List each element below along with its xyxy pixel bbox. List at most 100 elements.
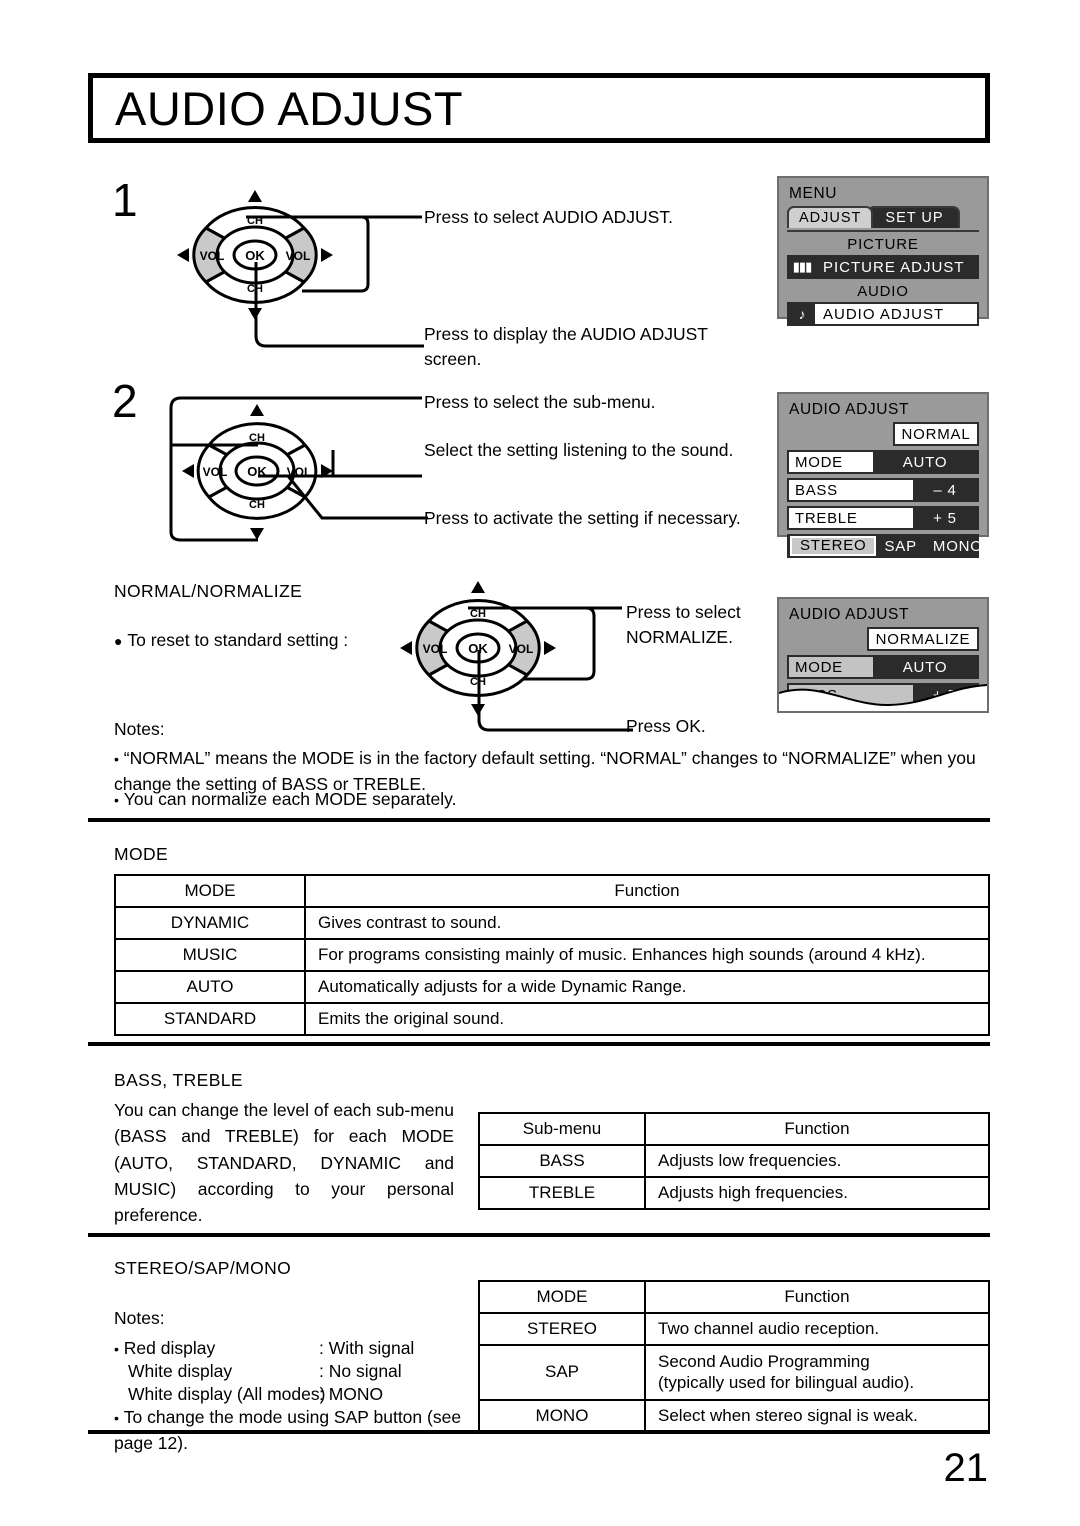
table-row: STANDARD Emits the original sound. [114, 1002, 990, 1036]
stereo-table-cell-function-1: Second Audio Programming (typically used… [644, 1344, 990, 1401]
normalize-row-mode-label: MODE [789, 657, 873, 677]
menu-item-audio-adjust[interactable]: ♪ AUDIO ADJUST [787, 302, 979, 326]
section-divider-3 [88, 1232, 990, 1237]
mode-table-cell-mode-1: MUSIC [114, 938, 306, 972]
audio-row-mode-value: AUTO [873, 452, 977, 472]
audio-row-treble-label: TREBLE [789, 508, 913, 528]
music-note-icon: ♪ [789, 304, 815, 324]
mode-table-cell-mode-2: AUTO [114, 970, 306, 1004]
leader-line-normalize-ok [455, 640, 635, 740]
mode-table-header-function: Function [304, 874, 990, 908]
bt-table-cell-function-0: Adjusts low frequencies. [644, 1144, 990, 1178]
svg-text:VOL: VOL [423, 642, 448, 656]
callout-normalize-select: Press to select NORMALIZE. [626, 600, 776, 651]
leader-line-step2-activate [280, 470, 430, 540]
manual-page: AUDIO ADJUST 1 OK VOL VOL CH CH Press to… [0, 0, 1080, 1526]
step-number-2: 2 [112, 375, 138, 427]
bass-treble-section-heading: BASS, TREBLE [114, 1070, 243, 1090]
table-header-row: MODE Function [478, 1280, 990, 1314]
normalize-notes-label: Notes: [114, 719, 165, 739]
normalize-bullet: ● To reset to standard setting : [114, 630, 349, 650]
mode-table-cell-mode-3: STANDARD [114, 1002, 306, 1036]
stereo-table-cell-function-0: Two channel audio reception. [644, 1312, 990, 1346]
mode-table-cell-function-2: Automatically adjusts for a wide Dynamic… [304, 970, 990, 1004]
audio-row-treble[interactable]: TREBLE + 5 [787, 506, 979, 530]
stereo-table-cell-mode-2: MONO [478, 1398, 646, 1433]
callout-step2-submenu: Press to select the sub-menu. [424, 392, 656, 412]
normalize-section-heading: NORMAL/NORMALIZE [114, 581, 303, 601]
footer-divider [88, 1430, 990, 1434]
normalize-row-partial: + 1 [787, 711, 979, 713]
menu-tabs: ADJUST SET UP [787, 206, 979, 228]
normalize-row-bass-value: + 5 [913, 685, 977, 705]
audio-row-bass-label: BASS [789, 480, 913, 500]
stereo-table-cell-mode-0: STEREO [478, 1312, 646, 1346]
tab-set-up[interactable]: SET UP [867, 206, 960, 228]
table-row: MONO Select when stereo signal is weak. [478, 1398, 990, 1433]
page-title: AUDIO ADJUST [115, 81, 464, 135]
audio-row-bass[interactable]: BASS – 4 [787, 478, 979, 502]
section-divider-2 [88, 1041, 990, 1046]
stereo-table-cell-mode-1: SAP [478, 1344, 646, 1401]
normalize-row-mode[interactable]: MODE AUTO [787, 655, 979, 679]
mode-table-cell-function-1: For programs consisting mainly of music.… [304, 938, 990, 972]
bt-table-cell-submenu-1: TREBLE [478, 1176, 646, 1210]
stereo-note-1-left: Red display [123, 1338, 216, 1358]
callout-normalize-line2: NORMALIZE. [626, 627, 733, 648]
bt-table-cell-submenu-0: BASS [478, 1144, 646, 1178]
table-row: DYNAMIC Gives contrast to sound. [114, 906, 990, 940]
menu-group-heading-audio: AUDIO [857, 283, 909, 300]
stereo-section-heading: STEREO/SAP/MONO [114, 1258, 292, 1278]
normalize-osd-title: AUDIO ADJUST [789, 606, 910, 623]
normalize-row-bass-label: BASS [789, 685, 913, 705]
audio-row-bass-value: – 4 [913, 480, 977, 500]
normalize-note-2-text: You can normalize each MODE separately. [123, 789, 457, 809]
audio-adjust-status-row: NORMAL [787, 422, 979, 446]
audio-mode-sap[interactable]: SAP [876, 538, 924, 555]
audio-row-mode[interactable]: MODE AUTO [787, 450, 979, 474]
normalize-bullet-text: To reset to standard setting : [127, 630, 349, 650]
audio-mode-selector[interactable]: STEREO SAP MONO [787, 534, 982, 558]
tab-adjust[interactable]: ADJUST [787, 206, 874, 228]
normalize-note-2: • You can normalize each MODE separately… [114, 789, 457, 809]
callout-normalize-line1: Press to select [626, 602, 741, 622]
normalize-status-row: NORMALIZE [787, 627, 979, 651]
audio-row-treble-value: + 5 [913, 508, 977, 528]
table-row: AUTO Automatically adjusts for a wide Dy… [114, 970, 990, 1004]
mode-table-cell-function-3: Emits the original sound. [304, 1002, 990, 1036]
status-badge-normalize[interactable]: NORMALIZE [867, 627, 979, 651]
callout-step1-select: Press to select AUDIO ADJUST. [424, 207, 673, 227]
bass-treble-table: Sub-menu Function BASS Adjusts low frequ… [478, 1112, 990, 1210]
page-title-box: AUDIO ADJUST [88, 73, 990, 143]
mode-section-heading: MODE [114, 844, 169, 864]
mode-table-header-mode: MODE [114, 874, 306, 908]
stereo-note-2-left: White display [128, 1361, 233, 1381]
page-number: 21 [943, 1446, 989, 1490]
table-header-row: Sub-menu Function [478, 1112, 990, 1146]
bass-treble-paragraph: You can change the level of each sub-men… [114, 1100, 454, 1225]
menu-item-picture-adjust-label: PICTURE ADJUST [815, 257, 977, 277]
table-row: STEREO Two channel audio reception. [478, 1312, 990, 1346]
picture-bars-icon: ▮▮▮ [789, 257, 815, 277]
leader-line-step1-display [236, 250, 426, 360]
stereo-table-cell-function-2: Select when stereo signal is weak. [644, 1398, 990, 1433]
menu-osd-screen: MENU ADJUST SET UP PICTURE ▮▮▮ PICTURE A… [777, 176, 989, 326]
audio-mode-stereo[interactable]: STEREO [790, 536, 877, 556]
menu-group-heading-picture: PICTURE [847, 236, 919, 253]
callout-step2-listen: Select the setting listening to the soun… [424, 440, 734, 460]
normalize-osd-screen: AUDIO ADJUST NORMALIZE MODE AUTO BASS + … [777, 597, 989, 713]
normalize-row-bass[interactable]: BASS + 5 [787, 683, 979, 707]
stereo-notes-label: Notes: [114, 1308, 165, 1328]
audio-row-mode-label: MODE [789, 452, 873, 472]
table-row: BASS Adjusts low frequencies. [478, 1144, 990, 1178]
stereo-table: MODE Function STEREO Two channel audio r… [478, 1280, 990, 1433]
svg-text:VOL: VOL [200, 249, 225, 263]
stereo-note-3-left: White display (All modes) [128, 1384, 326, 1404]
mode-table-cell-mode-0: DYNAMIC [114, 906, 306, 940]
audio-mode-mono[interactable]: MONO [925, 538, 991, 555]
table-row: TREBLE Adjusts high frequencies. [478, 1176, 990, 1210]
menu-item-picture-adjust[interactable]: ▮▮▮ PICTURE ADJUST [787, 255, 979, 279]
audio-adjust-osd-title: AUDIO ADJUST [789, 401, 910, 418]
status-badge-normal[interactable]: NORMAL [893, 422, 979, 446]
callout-normalize-ok: Press OK. [626, 716, 706, 736]
